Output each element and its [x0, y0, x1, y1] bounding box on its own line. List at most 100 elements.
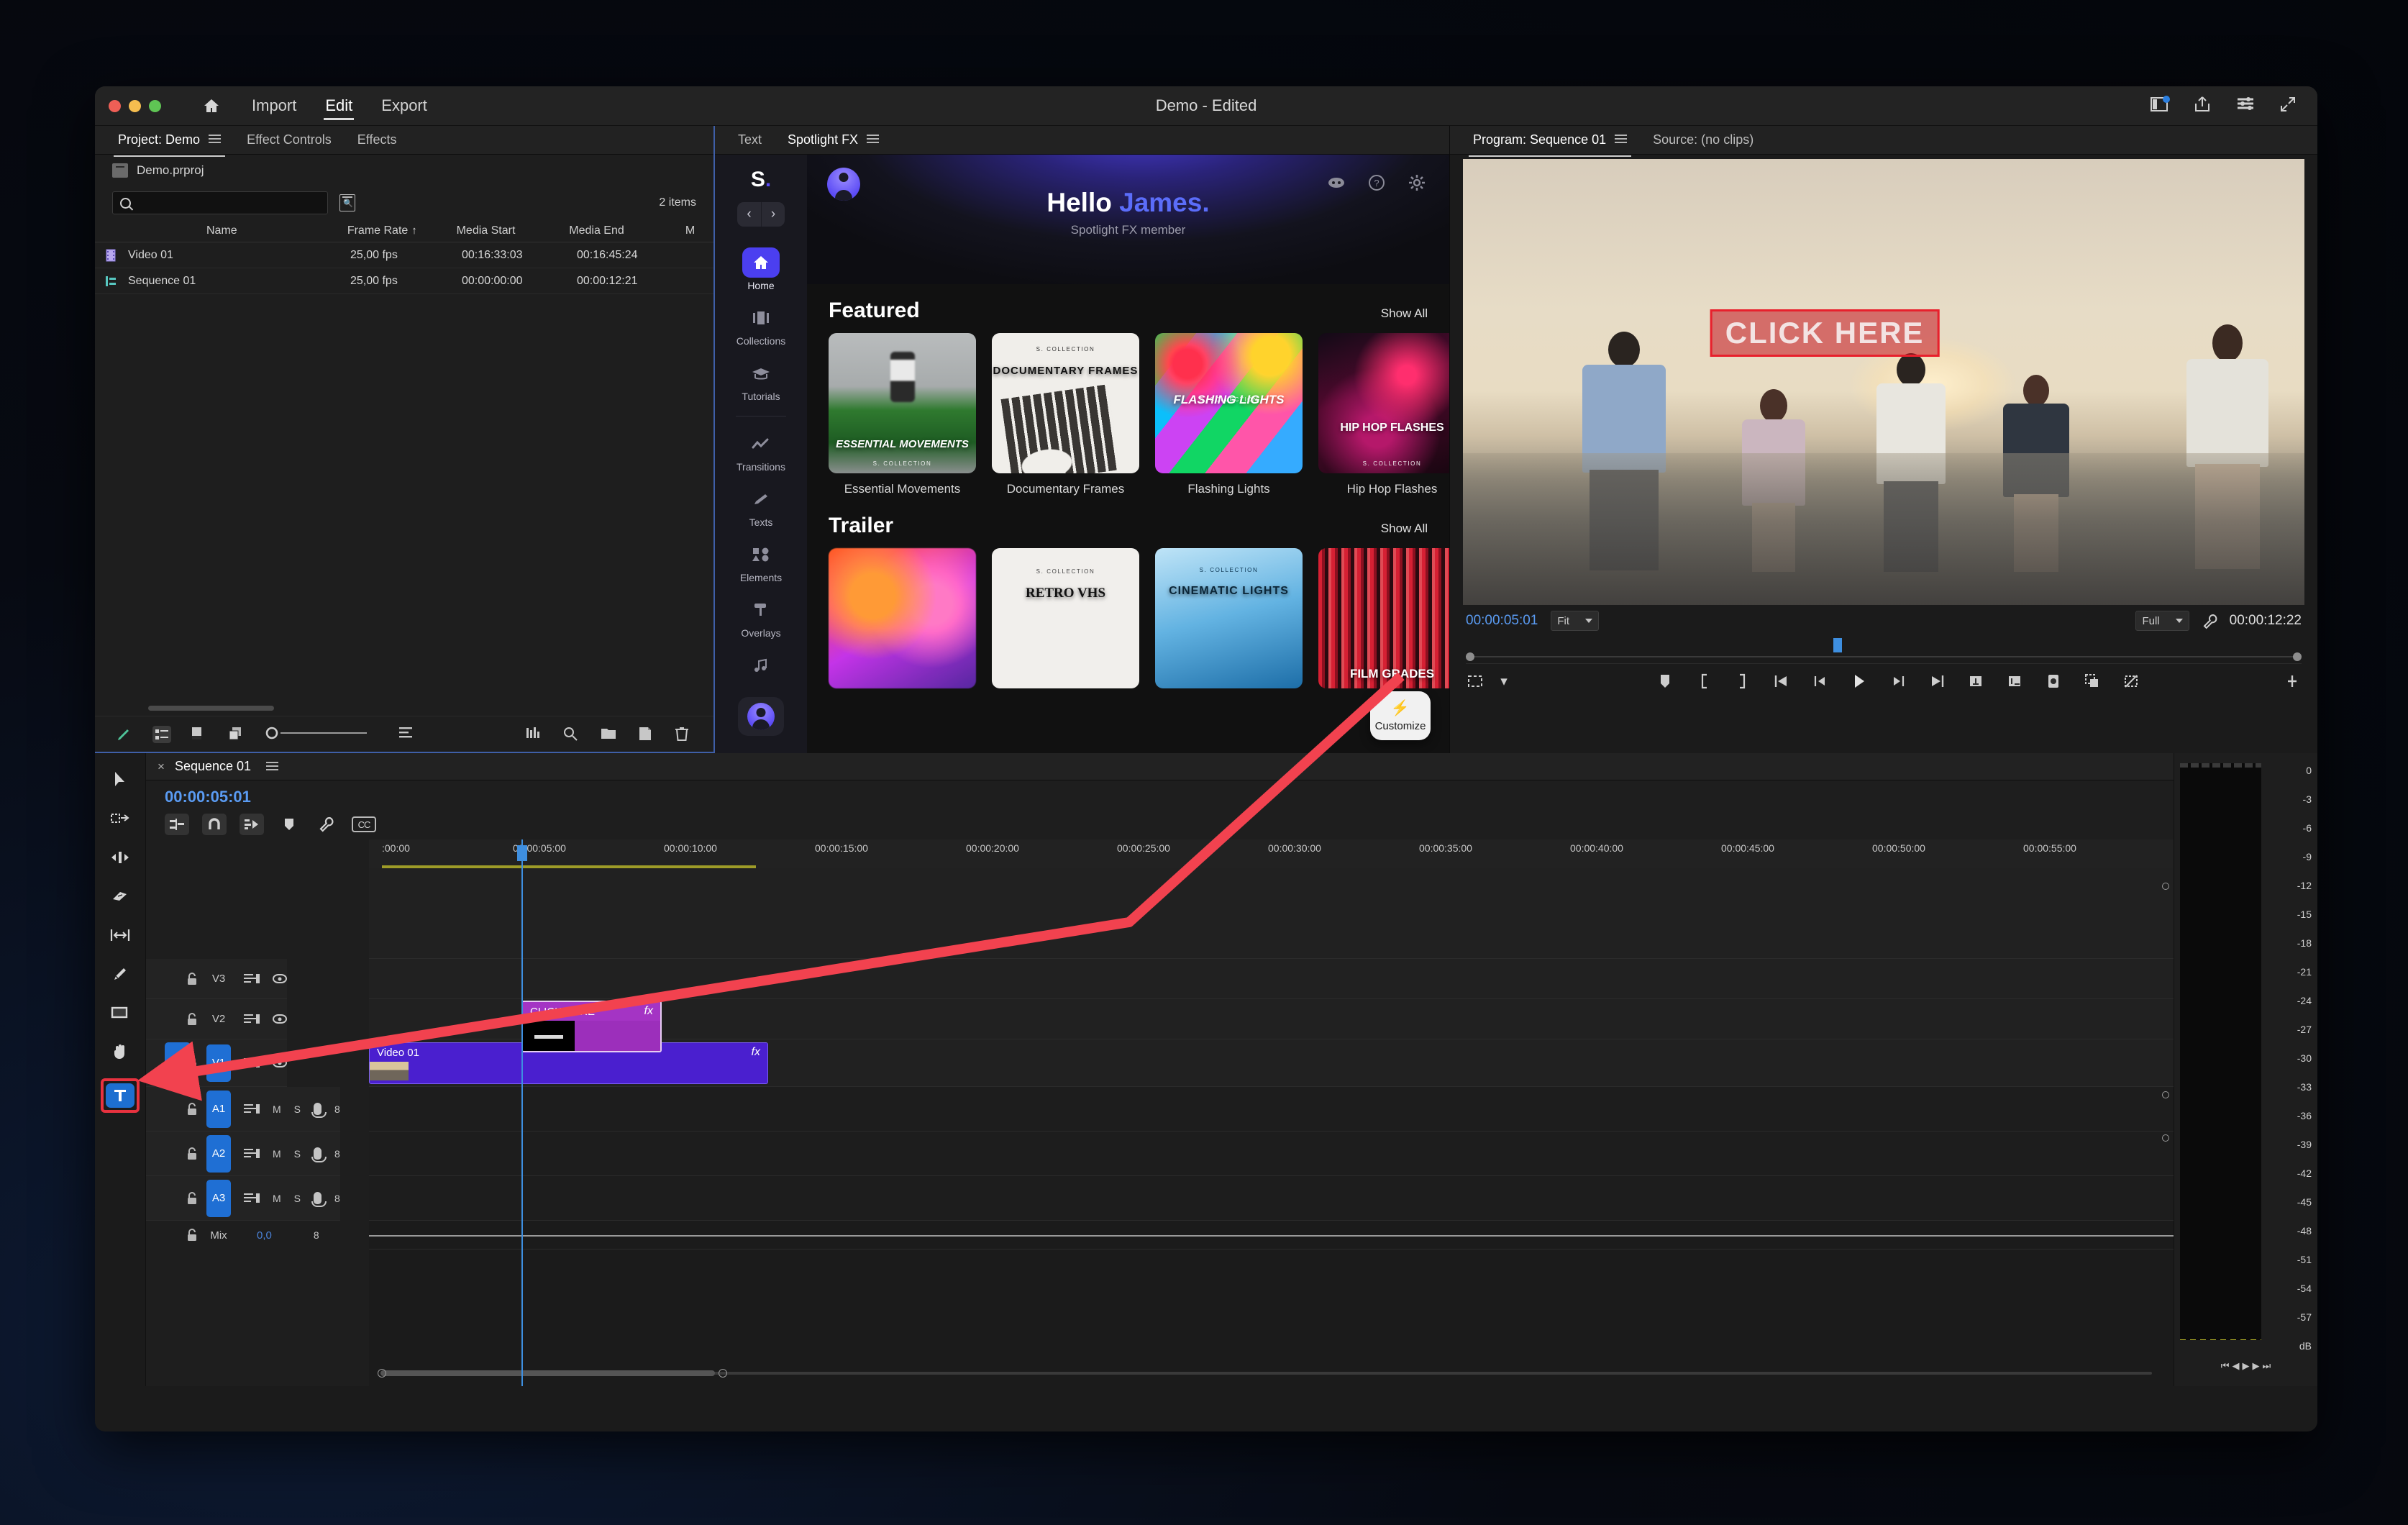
mode-tabs[interactable]: Import Edit Export: [237, 92, 442, 120]
search-field[interactable]: [112, 191, 328, 214]
track-select-tool[interactable]: [106, 806, 134, 831]
show-all-featured-link[interactable]: Show All: [1381, 306, 1428, 321]
panel-menu-icon[interactable]: [1615, 135, 1628, 144]
columns-icon[interactable]: [525, 726, 544, 743]
project-horizontal-scrollbar[interactable]: [95, 700, 713, 716]
solo-button[interactable]: S: [294, 1148, 301, 1160]
tab-export[interactable]: Export: [367, 92, 442, 119]
avatar[interactable]: [827, 168, 860, 201]
mute-button[interactable]: M: [273, 1103, 281, 1115]
step-forward-icon[interactable]: [1889, 673, 1907, 690]
tab-effect-controls[interactable]: Effect Controls: [234, 129, 345, 150]
export-frame-icon[interactable]: [2044, 673, 2063, 690]
zoom-handle-left[interactable]: [1466, 652, 1474, 661]
sidebar-item-home[interactable]: Home: [715, 242, 807, 298]
column-media-end[interactable]: Media End: [569, 224, 685, 237]
program-playhead[interactable]: [1833, 638, 1843, 652]
program-monitor-tabs[interactable]: Program: Sequence 01 Source: (no clips): [1450, 126, 2317, 157]
sidebar-item-transitions[interactable]: Transitions: [715, 424, 807, 479]
close-icon[interactable]: ×: [158, 760, 165, 774]
icon-view-icon[interactable]: [190, 726, 209, 743]
sidebar-item-tutorials[interactable]: Tutorials: [715, 353, 807, 409]
gear-icon[interactable]: [1408, 173, 1426, 192]
delete-icon[interactable]: [675, 726, 693, 743]
sync-lock-icon[interactable]: [244, 1014, 260, 1025]
play-icon[interactable]: [1850, 673, 1869, 690]
ripple-edit-tool[interactable]: [106, 845, 134, 870]
program-scrubber[interactable]: [1466, 637, 2302, 664]
timeline-tabs[interactable]: × Sequence 01: [146, 753, 2174, 780]
snap-icon[interactable]: [202, 814, 227, 835]
razor-tool[interactable]: [106, 884, 134, 909]
new-bin-icon[interactable]: [600, 726, 619, 743]
eye-icon[interactable]: [273, 1014, 287, 1024]
fullscreen-icon[interactable]: [2279, 95, 2300, 117]
timeline-clip-text[interactable]: CLICK HERE fx: [521, 1001, 662, 1052]
panel-menu-icon[interactable]: [209, 135, 222, 144]
column-name[interactable]: Name: [95, 224, 347, 237]
card-documentary-frames[interactable]: S. COLLECTION DOCUMENTARY FRAMES Documen…: [992, 333, 1139, 496]
parent-bin-icon[interactable]: [112, 163, 128, 178]
zoom-handle-right[interactable]: [2293, 652, 2302, 661]
track-name-v1[interactable]: V1: [206, 1044, 231, 1082]
sync-lock-icon[interactable]: [244, 1103, 260, 1115]
step-back-icon[interactable]: [1811, 673, 1830, 690]
pen-tool[interactable]: [106, 962, 134, 986]
wrench-icon[interactable]: [314, 814, 339, 835]
sync-lock-icon[interactable]: [244, 1148, 260, 1160]
track-name-v2[interactable]: V2: [206, 1013, 231, 1025]
tab-edit[interactable]: Edit: [311, 92, 367, 120]
tab-spotlight-fx[interactable]: Spotlight FX: [775, 129, 892, 157]
mic-icon[interactable]: [311, 1147, 327, 1162]
card-cinematic-lights[interactable]: S. COLLECTION CINEMATIC LIGHTS: [1155, 548, 1303, 688]
meter-step-forward-icon[interactable]: ▶: [2253, 1360, 2260, 1372]
rail-nav-arrows[interactable]: ‹ ›: [737, 202, 785, 227]
tab-import[interactable]: Import: [237, 92, 311, 119]
sidebar-item-texts[interactable]: Texts: [715, 479, 807, 534]
close-window-button[interactable]: [109, 99, 121, 112]
sidebar-item-overlays[interactable]: Overlays: [715, 590, 807, 645]
chevron-down-icon[interactable]: ▾: [1495, 673, 1513, 690]
comparison-view-icon[interactable]: [1466, 673, 1485, 690]
panel-menu-icon[interactable]: [266, 762, 279, 771]
new-item-icon[interactable]: [637, 726, 656, 743]
discord-icon[interactable]: [1327, 173, 1346, 192]
timeline-tracks-area[interactable]: :00:00 00:00:05:00 00:00:10:00 00:00:15:…: [369, 839, 2174, 1386]
window-controls[interactable]: [109, 99, 161, 112]
track-lane-v3[interactable]: [369, 959, 2174, 999]
meter-step-back-icon[interactable]: ◀: [2233, 1360, 2240, 1372]
nav-forward-icon[interactable]: ›: [761, 202, 785, 227]
lock-icon[interactable]: [186, 972, 199, 986]
sidebar-item-elements[interactable]: Elements: [715, 534, 807, 590]
solo-button[interactable]: S: [294, 1103, 301, 1115]
track-header-a1[interactable]: A1 M S 8: [146, 1087, 369, 1132]
mic-icon[interactable]: [311, 1103, 327, 1118]
go-to-in-icon[interactable]: [1772, 673, 1791, 690]
lock-icon[interactable]: [186, 1228, 199, 1242]
list-view-icon[interactable]: [152, 725, 171, 743]
track-name-mix[interactable]: Mix: [206, 1229, 231, 1242]
project-panel-tabs[interactable]: Project: Demo Effect Controls Effects: [95, 126, 713, 157]
lock-icon[interactable]: [186, 1102, 199, 1116]
show-all-trailer-link[interactable]: Show All: [1381, 522, 1428, 536]
program-video-preview[interactable]: CLICK HERE: [1463, 159, 2304, 605]
button-editor-icon[interactable]: [2283, 673, 2302, 690]
table-row[interactable]: Video 01 25,00 fps 00:16:33:03 00:16:45:…: [95, 242, 713, 268]
add-marker-icon[interactable]: [1656, 673, 1674, 690]
column-extra[interactable]: M: [685, 224, 713, 237]
mic-icon[interactable]: [311, 1192, 327, 1207]
meter-play-icon[interactable]: ▶: [2243, 1360, 2250, 1372]
program-current-timecode[interactable]: 00:00:05:01: [1466, 613, 1538, 629]
mix-level-value[interactable]: 0,0: [257, 1229, 272, 1242]
search-input[interactable]: [137, 196, 327, 209]
insert-overwrite-icon[interactable]: [165, 814, 189, 835]
sync-lock-icon[interactable]: [244, 973, 260, 985]
card-flashing-lights[interactable]: FLASHING LIGHTS S. COLLECTION Flashing L…: [1155, 333, 1303, 496]
timeline-horizontal-scrollbar[interactable]: [378, 1369, 2152, 1378]
pen-icon[interactable]: [115, 726, 134, 743]
selection-tool[interactable]: [106, 768, 134, 792]
tab-sequence-01[interactable]: Sequence 01: [175, 759, 251, 774]
card-essential-movements[interactable]: ESSENTIAL MOVEMENTS S. COLLECTION Essent…: [829, 333, 976, 496]
track-name-v3[interactable]: V3: [206, 973, 231, 985]
rectangle-tool[interactable]: [106, 1001, 134, 1025]
